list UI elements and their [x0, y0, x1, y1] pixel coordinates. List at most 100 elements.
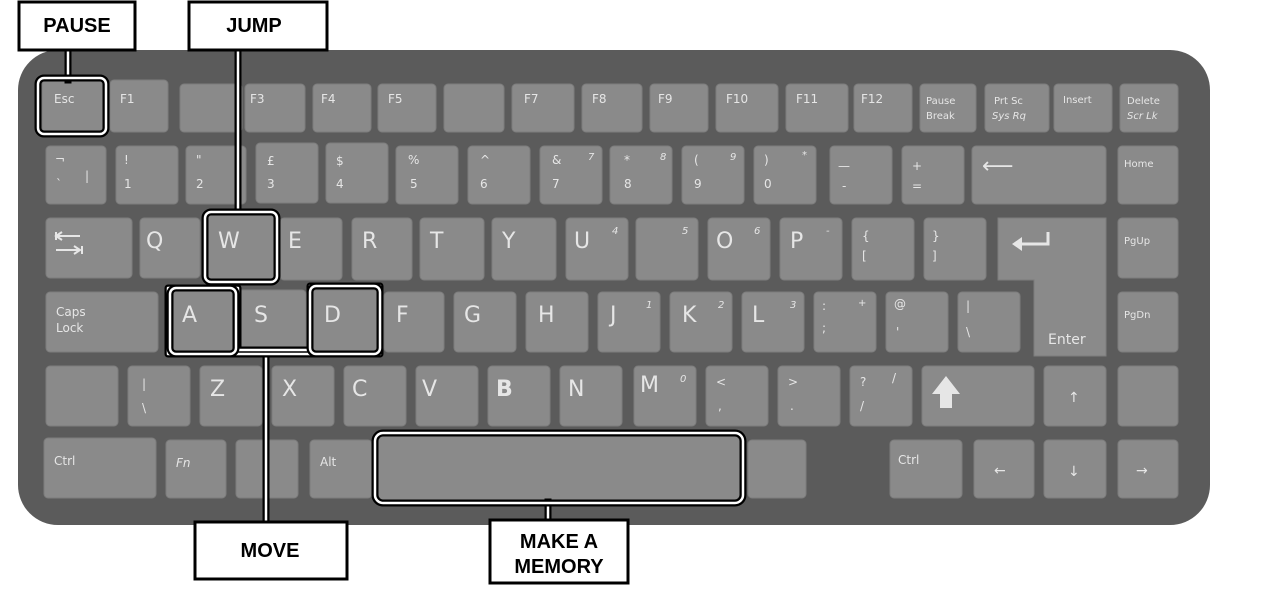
pause-callout: PAUSE [17, 0, 137, 52]
key-i [635, 217, 699, 281]
memory-callout-line2: MEMORY [514, 556, 604, 578]
key-f-label: F [396, 303, 409, 328]
key-f6 [443, 83, 505, 133]
key-0-bottom: 0 [764, 177, 772, 191]
key-y-label: Y [501, 229, 516, 254]
key-w-label: W [218, 229, 240, 254]
key-3-bottom: 3 [267, 177, 275, 191]
key-v-label: V [422, 377, 437, 402]
key-esc [41, 79, 105, 133]
key-u-numpad: 4 [612, 226, 618, 237]
right-arrow-icon: → [1136, 463, 1148, 479]
key-3-top: £ [267, 154, 275, 168]
key-fn-label: Fn [176, 456, 191, 470]
move-callout-label: MOVE [241, 540, 300, 562]
key-period-top: > [788, 375, 798, 389]
key-caps-label: Caps [56, 305, 86, 319]
key-slash-top: ? [860, 375, 866, 389]
key-t-label: T [429, 229, 444, 254]
move-callout: MOVE [193, 520, 349, 581]
key-backtick-pipe: | [85, 169, 89, 183]
key-fn [165, 439, 227, 499]
key-scrlk-label: Scr Lk [1127, 111, 1159, 122]
key-backtick-bottom: ` [56, 177, 62, 191]
key-semicolon-numpad: + [858, 298, 866, 309]
key-p-label: P [790, 229, 803, 254]
key-quote-bottom: ' [896, 325, 899, 339]
key-f10-label: F10 [726, 92, 748, 106]
key-l-numpad: 3 [790, 300, 796, 311]
key-rbracket-bottom: ] [932, 249, 937, 263]
key-o-numpad: 6 [754, 226, 760, 237]
key-lctrl-label: Ctrl [54, 454, 75, 468]
key-3 [255, 142, 319, 204]
key-r-label: R [362, 229, 377, 254]
key-backslash [127, 365, 191, 427]
key-semicolon-top: : [822, 299, 826, 313]
key-f9-label: F9 [658, 92, 673, 106]
jump-callout: JUMP [187, 0, 329, 52]
key-lbracket-bottom: [ [862, 249, 867, 263]
key-lshift [45, 365, 119, 427]
key-minus [829, 145, 893, 205]
key-alt-label: Alt [320, 455, 337, 469]
key-5-bottom: 5 [410, 177, 418, 191]
key-d [311, 289, 379, 355]
memory-callout: MAKE A MEMORY [488, 518, 630, 585]
backspace-arrow-icon: ⟵ [982, 154, 1014, 179]
key-e-label: E [288, 229, 302, 254]
key-0-top: ) [764, 153, 769, 167]
key-b-label: B [496, 377, 513, 402]
key-f2 [179, 83, 243, 133]
key-k-label: K [682, 303, 697, 328]
key-d-label: D [324, 303, 341, 328]
key-extra [1117, 365, 1179, 427]
key-minus-top: — [838, 159, 850, 173]
key-7-numpad: 7 [588, 152, 595, 163]
key-lbracket-top: { [862, 229, 870, 243]
key-9-numpad: 9 [730, 152, 736, 163]
key-f1 [109, 79, 169, 133]
key-l-label: L [752, 303, 765, 328]
key-quote-top: @ [894, 297, 906, 311]
key-j-numpad: 1 [646, 300, 652, 311]
key-6 [467, 145, 531, 205]
key-equals-top: + [912, 159, 922, 173]
key-f1-label: F1 [120, 92, 135, 106]
up-arrow-icon: ↑ [1068, 390, 1080, 406]
key-home [1117, 145, 1179, 205]
key-h [525, 291, 589, 353]
key-g-label: G [464, 303, 481, 328]
down-arrow-icon: ↓ [1068, 464, 1080, 480]
key-alt [309, 439, 373, 499]
key-comma-top: < [716, 375, 726, 389]
key-f4-label: F4 [321, 92, 336, 106]
key-f3-label: F3 [250, 92, 265, 106]
left-arrow-icon: ← [994, 463, 1006, 479]
key-f5 [377, 83, 437, 133]
key-4-top: $ [336, 154, 344, 168]
key-pgup-label: PgUp [1124, 236, 1150, 247]
key-h-label: H [538, 303, 555, 328]
key-lctrl [43, 437, 157, 499]
key-insert-label: Insert [1063, 95, 1092, 106]
key-lock-label: Lock [56, 321, 83, 335]
key-5-top: % [408, 153, 419, 167]
key-insert [1053, 83, 1113, 133]
key-break-label: Break [926, 111, 955, 122]
key-2-bottom: 2 [196, 177, 204, 191]
key-tab [45, 217, 133, 279]
key-j-label: J [608, 303, 617, 328]
key-backtick-top: ¬ [55, 152, 65, 166]
key-0-numpad: * [802, 150, 807, 161]
key-f8 [581, 83, 643, 133]
key-s [237, 289, 307, 353]
key-pause-label: Pause [926, 96, 955, 107]
key-o-label: O [716, 229, 733, 254]
key-pgup [1117, 217, 1179, 279]
memory-callout-line1: MAKE A [520, 531, 598, 553]
key-home-label: Home [1124, 159, 1154, 170]
key-8-top: * [624, 153, 630, 167]
key-2-top: " [196, 153, 202, 167]
key-sysrq-label: Sys Rq [992, 111, 1026, 122]
